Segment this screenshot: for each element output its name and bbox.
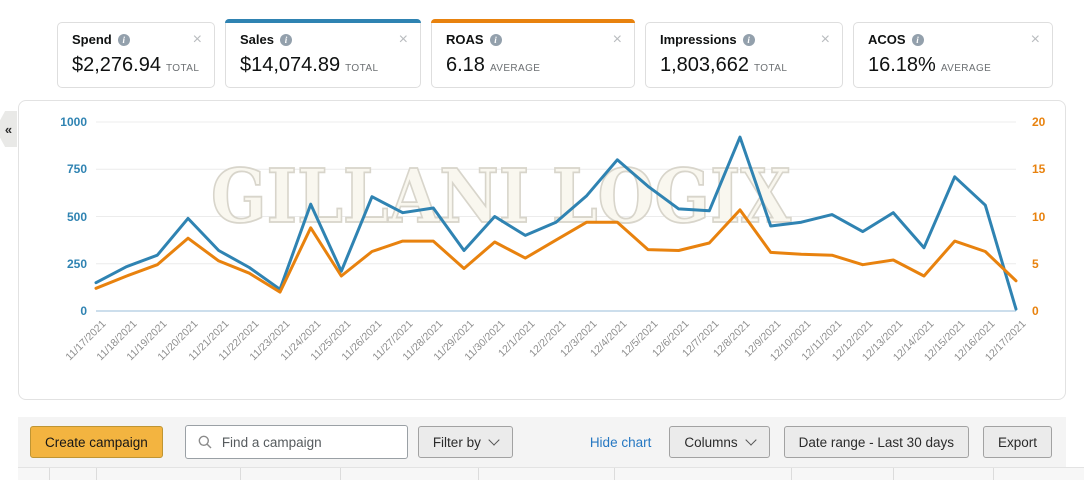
table-header-cell bbox=[97, 468, 241, 480]
metric-label: ACOS bbox=[868, 32, 906, 47]
close-metric-icon[interactable]: × bbox=[613, 32, 622, 48]
metric-summary-row: Spend i × $2,276.94 TOTAL Sales i × $14,074.89 TO… bbox=[57, 19, 1053, 88]
columns-label: Columns bbox=[684, 434, 738, 450]
close-metric-icon[interactable]: × bbox=[821, 32, 830, 48]
metric-value: 16.18% bbox=[868, 54, 936, 76]
campaign-table-header bbox=[18, 467, 1084, 480]
search-icon bbox=[198, 435, 212, 449]
metric-value: 6.18 bbox=[446, 54, 485, 76]
table-header-cell bbox=[50, 468, 97, 480]
metric-label: ROAS bbox=[446, 32, 484, 47]
left-axis-tick: 1000 bbox=[60, 115, 87, 129]
metric-label: Spend bbox=[72, 32, 112, 47]
table-header-cell bbox=[615, 468, 792, 480]
create-campaign-button[interactable]: Create campaign bbox=[30, 426, 163, 458]
metric-card-acos: ACOS i × 16.18% AVERAGE bbox=[853, 22, 1053, 88]
metric-value: 1,803,662 bbox=[660, 54, 749, 76]
metric-card-sales: Sales i × $14,074.89 TOTAL bbox=[225, 19, 421, 88]
info-icon[interactable]: i bbox=[911, 33, 924, 46]
table-header-cell bbox=[994, 468, 1084, 480]
performance-line-chart: GILLANI LOGIX bbox=[94, 121, 1018, 312]
table-header-cell bbox=[341, 468, 479, 480]
export-button[interactable]: Export bbox=[982, 426, 1052, 458]
filter-by-label: Filter by bbox=[432, 434, 481, 450]
hide-chart-link[interactable]: Hide chart bbox=[590, 435, 652, 450]
table-header-cell bbox=[241, 468, 341, 480]
collapse-panel-tab[interactable]: « bbox=[0, 111, 17, 147]
metric-value: $2,276.94 bbox=[72, 54, 161, 76]
metric-suffix: AVERAGE bbox=[489, 63, 541, 74]
left-axis-tick: 0 bbox=[80, 304, 87, 318]
close-metric-icon[interactable]: × bbox=[193, 32, 202, 48]
metric-label: Impressions bbox=[660, 32, 737, 47]
chevron-down-icon bbox=[744, 434, 757, 446]
filter-by-button[interactable]: Filter by bbox=[417, 426, 513, 458]
metric-value: $14,074.89 bbox=[240, 54, 341, 76]
metric-card-impressions: Impressions i × 1,803,662 TOTAL bbox=[645, 22, 843, 88]
metric-suffix: AVERAGE bbox=[940, 63, 992, 74]
right-axis-tick: 20 bbox=[1032, 115, 1046, 129]
table-header-cell bbox=[894, 468, 994, 480]
metric-card-roas: ROAS i × 6.18 AVERAGE bbox=[431, 19, 635, 88]
columns-button[interactable]: Columns bbox=[669, 426, 770, 458]
table-header-cell bbox=[792, 468, 894, 480]
metric-suffix: TOTAL bbox=[165, 63, 200, 74]
table-header-cell bbox=[18, 468, 50, 480]
right-axis-tick: 10 bbox=[1032, 209, 1046, 224]
chevron-down-icon bbox=[488, 434, 500, 446]
left-axis-tick: 250 bbox=[66, 256, 87, 271]
close-metric-icon[interactable]: × bbox=[399, 32, 408, 48]
info-icon[interactable]: i bbox=[279, 33, 292, 46]
close-metric-icon[interactable]: × bbox=[1031, 32, 1040, 48]
left-axis-tick: 500 bbox=[66, 209, 87, 224]
chevron-double-left-icon: « bbox=[4, 121, 13, 137]
metric-suffix: TOTAL bbox=[753, 63, 788, 74]
info-icon[interactable]: i bbox=[489, 33, 502, 46]
metric-suffix: TOTAL bbox=[345, 63, 379, 74]
watermark-text: GILLANI LOGIX bbox=[211, 154, 792, 240]
left-axis-tick: 750 bbox=[66, 162, 87, 177]
info-icon[interactable]: i bbox=[117, 33, 130, 46]
metric-label: Sales bbox=[240, 32, 274, 47]
right-axis-tick: 5 bbox=[1032, 256, 1039, 271]
date-range-button[interactable]: Date range - Last 30 days bbox=[783, 426, 969, 458]
table-header-cell bbox=[479, 468, 615, 480]
search-input[interactable] bbox=[219, 433, 399, 451]
performance-chart-panel: GILLANI LOGIX 0 250 500 750 1000 0 5 10 15 20 11/17… bbox=[18, 100, 1066, 400]
campaign-search-box[interactable] bbox=[184, 425, 408, 459]
right-axis-tick: 15 bbox=[1032, 162, 1046, 177]
metric-card-spend: Spend i × $2,276.94 TOTAL bbox=[57, 22, 215, 88]
right-axis-tick: 0 bbox=[1032, 304, 1039, 318]
info-icon[interactable]: i bbox=[742, 33, 755, 46]
campaign-toolbar: Create campaign Filter by Hide chart Col… bbox=[18, 417, 1066, 467]
